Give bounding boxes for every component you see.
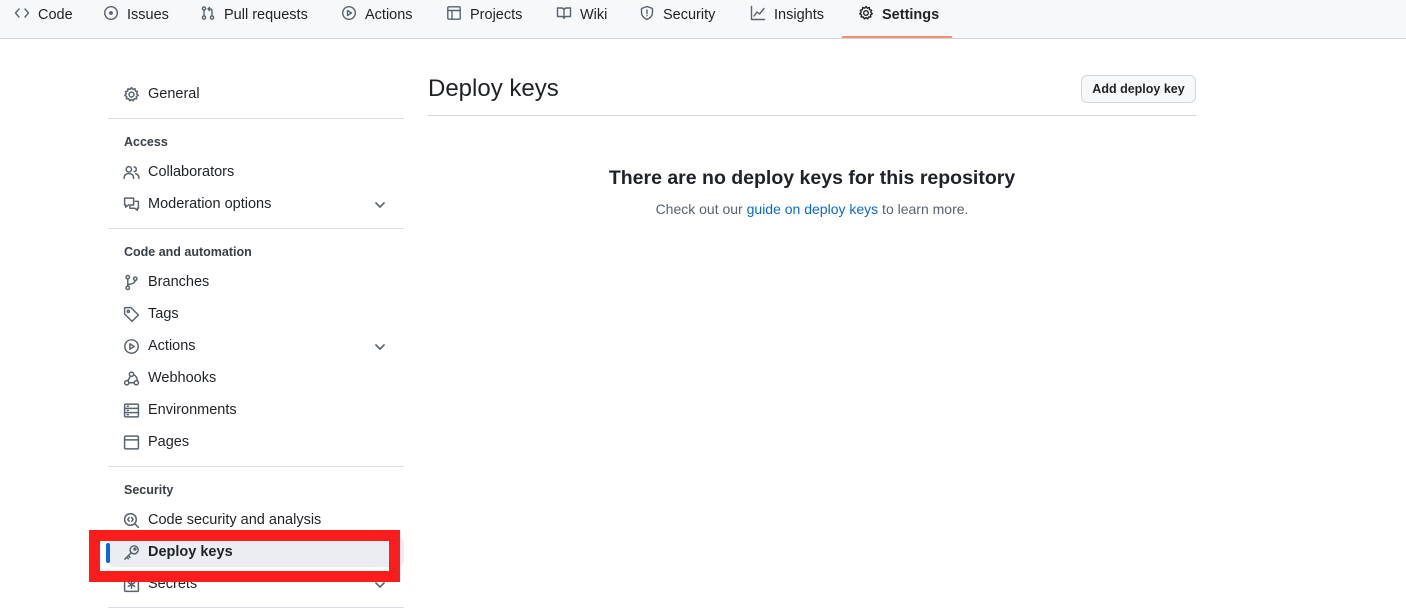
page-title: Deploy keys — [428, 75, 559, 102]
play-icon — [341, 5, 357, 25]
tab-issues[interactable]: Issues — [103, 0, 169, 30]
tab-pull-requests-label: Pull requests — [224, 7, 308, 23]
sidebar-divider — [108, 607, 404, 608]
sidebar-item-tags[interactable]: Tags — [108, 299, 404, 329]
sidebar-item-label: Collaborators — [148, 164, 235, 180]
people-icon — [123, 164, 140, 181]
tab-code[interactable]: Code — [14, 0, 73, 30]
gear-icon — [858, 5, 874, 25]
comment-discussion-icon — [123, 196, 140, 213]
gear-icon — [123, 86, 140, 103]
play-icon — [123, 338, 140, 355]
sidebar-item-label: Deploy keys — [148, 544, 233, 560]
server-icon — [123, 402, 140, 419]
shield-icon — [639, 5, 655, 25]
tab-insights-label: Insights — [774, 7, 824, 23]
sidebar-item-code-security[interactable]: Code security and analysis — [108, 505, 404, 535]
sidebar-item-actions[interactable]: Actions — [108, 331, 404, 361]
sidebar-item-label: Webhooks — [148, 370, 217, 386]
tab-wiki[interactable]: Wiki — [556, 0, 607, 30]
tab-projects[interactable]: Projects — [446, 0, 522, 30]
tab-wiki-label: Wiki — [580, 7, 608, 23]
sidebar-item-label: Moderation options — [148, 196, 272, 212]
chevron-down-icon[interactable] — [372, 197, 388, 213]
active-tab-underline — [842, 36, 952, 38]
key-icon — [123, 544, 140, 561]
tab-security-label: Security — [663, 7, 716, 23]
blankslate-description: Check out our guide on deploy keys to le… — [428, 201, 1196, 217]
sidebar-item-deploy-keys[interactable]: Deploy keys — [106, 537, 404, 567]
sidebar-item-general[interactable]: General — [108, 79, 404, 109]
tab-pull-requests[interactable]: Pull requests — [200, 0, 308, 30]
sidebar-item-branches[interactable]: Branches — [108, 267, 404, 297]
asterisk-icon — [123, 576, 140, 593]
selected-indicator — [106, 543, 110, 563]
graph-icon — [750, 5, 766, 25]
sidebar-heading-access: Access — [124, 135, 168, 149]
sidebar-item-environments[interactable]: Environments — [108, 395, 404, 425]
tab-actions[interactable]: Actions — [341, 0, 413, 30]
codescan-icon — [123, 512, 140, 529]
sidebar-item-label: Environments — [148, 402, 237, 418]
tab-security[interactable]: Security — [639, 0, 715, 30]
repo-tab-nav: Code Issues Pull requests Actions Projec… — [0, 0, 1406, 39]
sidebar-item-secrets[interactable]: Secrets — [108, 569, 404, 599]
tab-code-label: Code — [38, 7, 73, 23]
sidebar-item-label: Secrets — [148, 576, 198, 592]
code-icon — [14, 5, 30, 25]
table-icon — [446, 5, 462, 25]
sidebar-item-pages[interactable]: Pages — [108, 427, 404, 457]
browser-icon — [123, 434, 140, 451]
sidebar-item-label: Code security and analysis — [148, 512, 322, 528]
sidebar-heading-code-automation: Code and automation — [124, 245, 252, 259]
tab-settings[interactable]: Settings — [858, 0, 939, 30]
blankslate-desc-suffix: to learn more. — [878, 201, 969, 217]
sidebar-item-label: Tags — [148, 306, 179, 322]
sidebar-item-collaborators[interactable]: Collaborators — [108, 157, 404, 187]
tab-actions-label: Actions — [365, 7, 413, 23]
tag-icon — [123, 306, 140, 323]
sidebar-divider — [108, 118, 404, 119]
tab-issues-label: Issues — [127, 7, 169, 23]
webhook-icon — [123, 370, 140, 387]
tab-insights[interactable]: Insights — [750, 0, 824, 30]
chevron-down-icon[interactable] — [372, 577, 388, 593]
title-divider — [428, 115, 1196, 116]
sidebar-item-label: Pages — [148, 434, 190, 450]
book-icon — [556, 5, 572, 25]
blankslate-heading: There are no deploy keys for this reposi… — [608, 167, 1016, 189]
chevron-down-icon[interactable] — [372, 339, 388, 355]
sidebar-item-webhooks[interactable]: Webhooks — [108, 363, 404, 393]
sidebar-item-label: Branches — [148, 274, 210, 290]
sidebar-item-label: Actions — [148, 338, 196, 354]
git-branch-icon — [123, 274, 140, 291]
add-deploy-key-button[interactable]: Add deploy key — [1081, 75, 1196, 103]
sidebar-heading-security: Security — [124, 483, 174, 497]
git-pull-request-icon — [200, 5, 216, 25]
sidebar-item-label: General — [148, 86, 200, 102]
sidebar-divider — [108, 228, 404, 229]
blankslate-desc-prefix: Check out our — [655, 201, 747, 217]
sidebar-divider — [108, 466, 404, 467]
guide-link[interactable]: guide on deploy keys — [747, 201, 879, 217]
sidebar-item-moderation-options[interactable]: Moderation options — [108, 189, 404, 219]
tab-projects-label: Projects — [470, 7, 523, 23]
issue-opened-icon — [103, 5, 119, 25]
tab-settings-label: Settings — [882, 7, 940, 23]
